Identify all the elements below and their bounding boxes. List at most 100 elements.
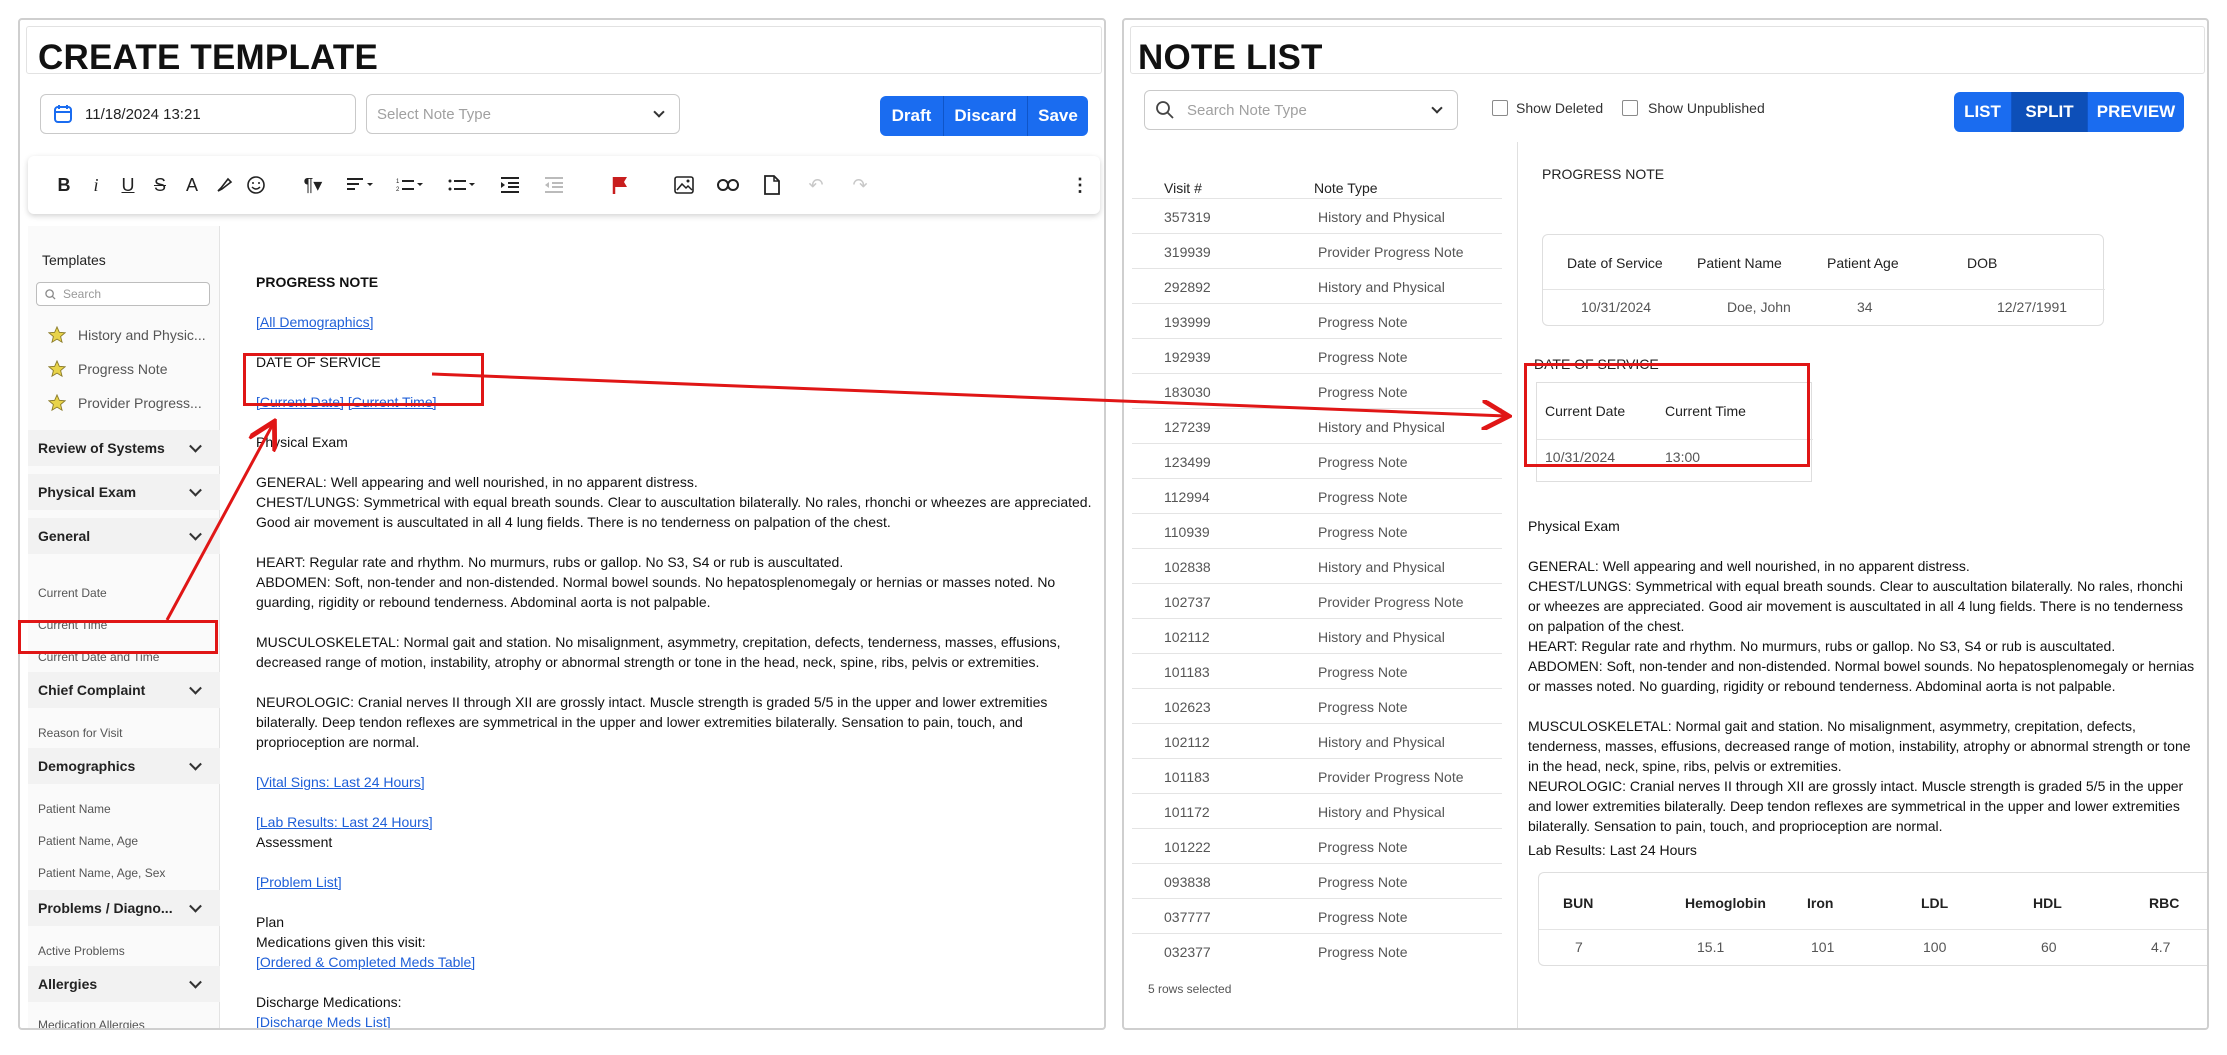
template-item-history-physical[interactable]: History and Physic... (48, 326, 206, 344)
highlighter-icon[interactable] (212, 173, 236, 197)
section-allergies[interactable]: Allergies (28, 966, 220, 1002)
section-problems-diagnoses[interactable]: Problems / Diagno... (28, 890, 220, 926)
show-deleted-checkbox[interactable] (1492, 100, 1508, 116)
field-medication-allergies[interactable]: Medication Allergies (38, 1018, 145, 1028)
emoji-icon[interactable] (244, 173, 268, 197)
section-review-of-systems[interactable]: Review of Systems (28, 430, 220, 466)
template-item-provider-progress[interactable]: Provider Progress... (48, 394, 202, 412)
note-type-cell: Progress Note (1318, 944, 1408, 960)
field-patient-name-age[interactable]: Patient Name, Age (38, 834, 138, 848)
table-row[interactable]: 037777 Progress Note (1132, 898, 1502, 933)
table-row[interactable]: 032377 Progress Note (1132, 933, 1502, 968)
table-row[interactable]: 292892 History and Physical (1132, 268, 1502, 303)
table-row[interactable]: 101183 Provider Progress Note (1132, 758, 1502, 793)
meds-given-label: Medications given this visit: (256, 934, 426, 950)
strikethrough-icon[interactable]: S (148, 173, 172, 197)
save-button[interactable]: Save (1028, 96, 1088, 136)
note-type-search-select[interactable]: Search Note Type (1144, 90, 1458, 130)
unordered-list-icon[interactable] (446, 173, 480, 197)
ordered-list-icon[interactable]: 12 (394, 173, 428, 197)
table-row[interactable]: 101222 Progress Note (1132, 828, 1502, 863)
note-type-cell: History and Physical (1318, 734, 1445, 750)
visit-number-cell: 102112 (1164, 629, 1210, 645)
chevron-down-icon (189, 975, 202, 989)
template-item-label: Provider Progress... (78, 395, 202, 411)
table-row[interactable]: 102838 History and Physical (1132, 548, 1502, 583)
undo-icon[interactable]: ↶ (804, 173, 828, 197)
bold-icon[interactable]: B (52, 173, 76, 197)
paragraph-format-icon[interactable]: ¶▾ (296, 173, 330, 197)
abdomen-text: ABDOMEN: Soft, non-tender and non-disten… (1528, 658, 2195, 694)
font-color-icon[interactable]: A (180, 173, 204, 197)
table-row[interactable]: 102623 Progress Note (1132, 688, 1502, 723)
discharge-meds-token[interactable]: [Discharge Meds List] (256, 1014, 391, 1028)
underline-icon[interactable]: U (116, 173, 140, 197)
note-type-select[interactable]: Select Note Type (366, 94, 680, 134)
section-demographics[interactable]: Demographics (28, 748, 220, 784)
more-vertical-icon[interactable]: ⋮ (1068, 173, 1092, 197)
lab-header: Iron (1807, 895, 1834, 911)
visit-number-cell: 110939 (1164, 524, 1210, 540)
note-type-cell: Progress Note (1318, 384, 1408, 400)
vital-signs-token[interactable]: [Vital Signs: Last 24 Hours] (256, 774, 425, 790)
table-row[interactable]: 102737 Provider Progress Note (1132, 583, 1502, 618)
section-label: Review of Systems (38, 440, 165, 456)
template-item-progress-note[interactable]: Progress Note (48, 360, 167, 378)
flag-icon[interactable] (608, 173, 632, 197)
table-row[interactable]: 183030 Progress Note (1132, 373, 1502, 408)
split-view-button[interactable]: SPLIT (2012, 92, 2088, 132)
all-demographics-token[interactable]: [All Demographics] (256, 314, 374, 330)
discard-button[interactable]: Discard (944, 96, 1028, 136)
problem-list-token[interactable]: [Problem List] (256, 874, 342, 890)
list-view-button[interactable]: LIST (1954, 92, 2012, 132)
draft-button[interactable]: Draft (880, 96, 944, 136)
visit-number-cell: 183030 (1164, 384, 1211, 400)
preview-view-button[interactable]: PREVIEW (2088, 92, 2184, 132)
table-row[interactable]: 192939 Progress Note (1132, 338, 1502, 373)
table-row[interactable]: 101183 Progress Note (1132, 653, 1502, 688)
chevron-down-icon (189, 681, 202, 695)
date-time-field[interactable]: 11/18/2024 13:21 (40, 94, 356, 134)
field-current-date[interactable]: Current Date (38, 586, 107, 600)
document-icon[interactable] (760, 173, 784, 197)
table-row[interactable]: 110939 Progress Note (1132, 513, 1502, 548)
column-visit: Visit # (1164, 180, 1202, 196)
heart-text: HEART: Regular rate and rhythm. No murmu… (256, 554, 844, 570)
table-row[interactable]: 102112 History and Physical (1132, 723, 1502, 758)
image-icon[interactable] (672, 173, 696, 197)
table-row[interactable]: 093838 Progress Note (1132, 863, 1502, 898)
table-row[interactable]: 112994 Progress Note (1132, 478, 1502, 513)
table-row[interactable]: 102112 History and Physical (1132, 618, 1502, 653)
italic-icon[interactable]: i (84, 173, 108, 197)
outdent-icon[interactable] (542, 173, 566, 197)
table-row[interactable]: 123499 Progress Note (1132, 443, 1502, 478)
demo-value: Doe, John (1727, 299, 1791, 315)
create-template-panel: CREATE TEMPLATE 11/18/2024 13:21 Select … (18, 18, 1106, 1030)
table-row[interactable]: 357319 History and Physical (1132, 198, 1502, 233)
meds-table-token[interactable]: [Ordered & Completed Meds Table] (256, 954, 475, 970)
redo-icon[interactable]: ↷ (848, 173, 872, 197)
align-icon[interactable] (344, 173, 378, 197)
link-icon[interactable] (716, 173, 740, 197)
table-row[interactable]: 193999 Progress Note (1132, 303, 1502, 338)
lab-results-table: BUN Hemoglobin Iron LDL HDL RBC 7 15.1 1… (1538, 872, 2207, 966)
template-search-input[interactable]: Search (36, 282, 210, 306)
section-chief-complaint[interactable]: Chief Complaint (28, 672, 220, 708)
note-type-cell: Progress Note (1318, 349, 1408, 365)
show-unpublished-checkbox[interactable] (1622, 100, 1638, 116)
table-row[interactable]: 101172 History and Physical (1132, 793, 1502, 828)
field-active-problems[interactable]: Active Problems (38, 944, 125, 958)
note-type-cell: History and Physical (1318, 209, 1445, 225)
chevron-down-icon (1431, 102, 1443, 114)
section-physical-exam[interactable]: Physical Exam (28, 474, 220, 510)
section-general[interactable]: General (28, 518, 220, 554)
lab-results-token[interactable]: [Lab Results: Last 24 Hours] (256, 814, 433, 830)
field-patient-name-age-sex[interactable]: Patient Name, Age, Sex (38, 866, 165, 880)
table-row[interactable]: 319939 Provider Progress Note (1132, 233, 1502, 268)
visit-number-cell: 357319 (1164, 209, 1211, 225)
indent-icon[interactable] (498, 173, 522, 197)
field-patient-name[interactable]: Patient Name (38, 802, 111, 816)
field-reason-for-visit[interactable]: Reason for Visit (38, 726, 123, 740)
table-row[interactable]: 127239 History and Physical (1132, 408, 1502, 443)
chevron-down-icon (189, 483, 202, 497)
